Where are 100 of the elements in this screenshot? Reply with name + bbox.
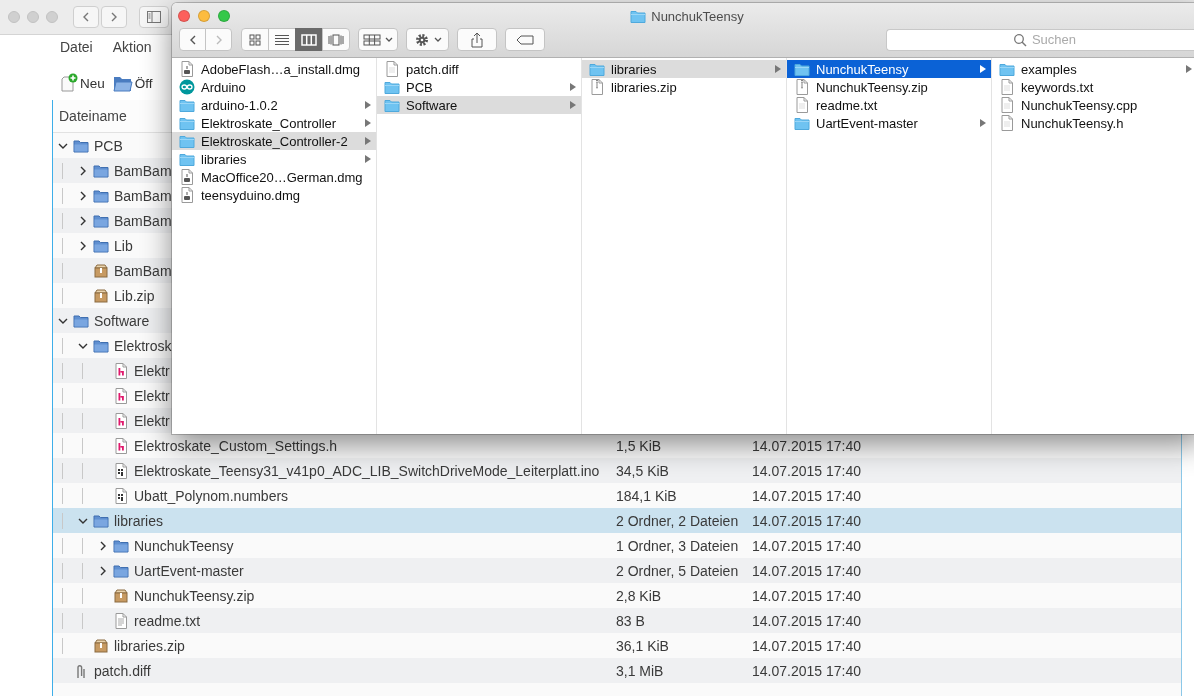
- disk-image-icon: [179, 169, 195, 185]
- file-item[interactable]: MacOffice20…German.dmg: [172, 168, 376, 186]
- file-size: 2 Ordner, 5 Dateien: [616, 562, 740, 579]
- file-item[interactable]: NunchukTeensy.h: [992, 114, 1194, 132]
- share-button[interactable]: [457, 28, 497, 51]
- tree-row[interactable]: Elektr: [53, 408, 172, 433]
- arrange-button[interactable]: [358, 28, 398, 51]
- gear-icon: [413, 31, 430, 48]
- file-item[interactable]: libraries.zip: [582, 78, 786, 96]
- file-name: NunchukTeensy: [134, 537, 234, 554]
- back-button[interactable]: [73, 6, 99, 28]
- source-file-icon: [113, 487, 129, 504]
- modified-date: 14.07.2015 17:40: [752, 512, 862, 529]
- folder-icon: [630, 8, 647, 24]
- file-size: 83 B: [616, 612, 646, 629]
- new-button[interactable]: Neu: [60, 69, 105, 97]
- file-name: Elektroskate_Custom_Settings.h: [134, 437, 338, 454]
- tree-row[interactable]: UartEvent-master 2 Ordner, 5 Dateien 14.07.2015 17:40: [53, 558, 1181, 583]
- file-item[interactable]: UartEvent-master: [787, 114, 991, 132]
- infinity-circle-icon: [179, 79, 195, 95]
- tree-row[interactable]: Elektroskate_Teensy31_v41p0_ADC_LIB_SwitchDriveMode_Leiterplatt.ino 34,5 KiB 14.07.2015 17:40: [53, 458, 1181, 483]
- minimize-button[interactable]: [27, 11, 39, 23]
- text-file-icon: [113, 612, 129, 629]
- menu-item[interactable]: Datei: [60, 39, 93, 63]
- file-item[interactable]: Elektroskate_Controller: [172, 114, 376, 132]
- file-name: BamBam: [114, 262, 172, 279]
- folder-icon: [589, 61, 605, 77]
- icon-view-button[interactable]: [241, 28, 269, 51]
- open-button[interactable]: Öff: [112, 69, 153, 97]
- tree-row[interactable]: patch.diff 3,1 MiB 14.07.2015 17:40: [53, 658, 1181, 683]
- sidebar-toggle-button[interactable]: [139, 6, 169, 28]
- document-icon: [999, 79, 1015, 95]
- file-item[interactable]: NunchukTeensy: [787, 60, 991, 78]
- forward-button[interactable]: [101, 6, 127, 28]
- folder-icon: [73, 312, 89, 329]
- search-icon: [1012, 32, 1027, 47]
- file-name: Lib.zip: [114, 287, 155, 304]
- header-file-icon: [113, 437, 129, 454]
- archive-icon: [589, 79, 605, 95]
- folder-icon: [179, 97, 195, 113]
- file-item[interactable]: Elektroskate_Controller-2: [172, 132, 376, 150]
- package-icon: [93, 262, 109, 279]
- new-document-icon: [60, 73, 78, 93]
- folder-icon: [794, 115, 810, 131]
- file-item[interactable]: NunchukTeensy.cpp: [992, 96, 1194, 114]
- file-item[interactable]: libraries: [582, 60, 786, 78]
- folder-icon: [93, 212, 109, 229]
- file-item[interactable]: PCB: [377, 78, 581, 96]
- tree-row[interactable]: libraries 2 Ordner, 2 Dateien 14.07.2015 17:40: [53, 508, 1181, 533]
- column-view-button[interactable]: [295, 28, 323, 51]
- tree-row[interactable]: BamBam: [53, 158, 172, 183]
- back-button[interactable]: [179, 28, 206, 51]
- disclosure-arrow-icon: [979, 118, 987, 128]
- tree-row[interactable]: Elektr: [53, 358, 172, 383]
- file-name: NunchukTeensy.zip: [134, 587, 255, 604]
- modified-date: 14.07.2015 17:40: [752, 537, 862, 554]
- tree-row[interactable]: BamBam: [53, 208, 172, 233]
- close-button[interactable]: [8, 11, 20, 23]
- file-item[interactable]: AdobeFlash…a_install.dmg: [172, 60, 376, 78]
- menu-item[interactable]: Aktion: [112, 39, 152, 63]
- file-item[interactable]: Arduino: [172, 78, 376, 96]
- cover-flow-button[interactable]: [322, 28, 350, 51]
- modified-date: 14.07.2015 17:40: [752, 587, 862, 604]
- file-item[interactable]: arduino-1.0.2: [172, 96, 376, 114]
- icons-view-icon: [247, 31, 263, 48]
- forward-button[interactable]: [205, 28, 232, 51]
- tree-row[interactable]: BamBam: [53, 258, 172, 283]
- settings-button[interactable]: [406, 28, 449, 51]
- file-name: Software: [94, 312, 150, 329]
- column-header[interactable]: Dateiname: [59, 108, 127, 124]
- tree-row[interactable]: Software: [53, 308, 172, 333]
- file-item[interactable]: keywords.txt: [992, 78, 1194, 96]
- modified-date: 14.07.2015 17:40: [752, 487, 862, 504]
- file-item[interactable]: readme.txt: [787, 96, 991, 114]
- tag-button[interactable]: [505, 28, 545, 51]
- grid-icon: [363, 32, 381, 47]
- folder-icon: [93, 512, 109, 529]
- file-item[interactable]: examples: [992, 60, 1194, 78]
- zoom-button[interactable]: [46, 11, 58, 23]
- file-item[interactable]: NunchukTeensy.zip: [787, 78, 991, 96]
- file-item[interactable]: patch.diff: [377, 60, 581, 78]
- disclosure-arrow-icon: [774, 64, 782, 74]
- file-item[interactable]: libraries: [172, 150, 376, 168]
- folder-icon: [179, 151, 195, 167]
- file-item[interactable]: teensyduino.dmg: [172, 186, 376, 204]
- window-title: NunchukTeensy: [651, 8, 744, 24]
- document-icon: [384, 61, 400, 77]
- tree-row[interactable]: readme.txt 83 B 14.07.2015 17:40: [53, 608, 1181, 633]
- folder-icon: [93, 187, 109, 204]
- folder-icon: [179, 115, 195, 131]
- file-name: Elektr: [134, 387, 170, 404]
- document-icon: [794, 97, 810, 113]
- file-size: 2 Ordner, 2 Dateien: [616, 512, 740, 529]
- file-name: patch.diff: [94, 662, 151, 679]
- file-name: PCB: [94, 137, 123, 154]
- modified-date: 14.07.2015 17:40: [752, 662, 862, 679]
- file-item[interactable]: Software: [377, 96, 581, 114]
- list-view-button[interactable]: [268, 28, 296, 51]
- package-icon: [113, 587, 129, 604]
- modified-date: 14.07.2015 17:40: [752, 462, 862, 479]
